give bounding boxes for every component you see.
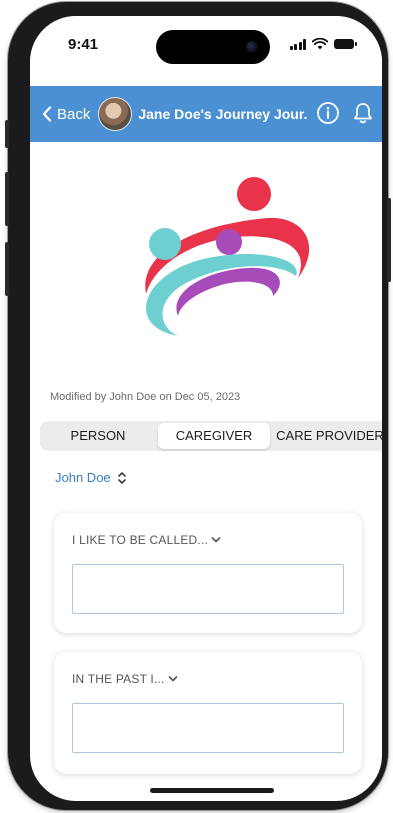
modified-text: Modified by John Doe on Dec 05, 2023 (50, 391, 241, 403)
chevron-left-icon (42, 106, 52, 122)
back-label: Back (57, 105, 91, 123)
chevron-down-icon (168, 676, 177, 682)
person-picker[interactable]: John Doe (55, 470, 127, 485)
app-logo (145, 177, 310, 336)
bell-icon[interactable] (352, 101, 374, 125)
logo-red-figure (237, 177, 271, 211)
dynamic-island (156, 30, 270, 64)
power-button (387, 198, 391, 282)
cellular-signal-icon (289, 38, 306, 50)
role-tabs: PERSON CAREGIVER CARE PROVIDER (40, 421, 382, 451)
tab-care-provider[interactable]: CARE PROVIDER (274, 423, 382, 449)
question-label[interactable]: IN THE PAST I... (72, 672, 178, 686)
question-label[interactable]: I LIKE TO BE CALLED... (72, 533, 221, 547)
person-picker-value: John Doe (55, 470, 111, 485)
tab-person[interactable]: PERSON (42, 423, 154, 449)
wifi-icon (312, 38, 328, 50)
app-header: Back Jane Doe's Journey Jour... (30, 86, 382, 142)
info-icon[interactable] (316, 101, 340, 125)
question-label-text: I LIKE TO BE CALLED... (72, 533, 209, 547)
camera-icon (246, 41, 258, 53)
question-label-text: IN THE PAST I... (72, 672, 165, 686)
back-button[interactable]: Back (42, 106, 90, 123)
logo-purple-figure (216, 229, 242, 255)
chevron-down-icon (211, 537, 221, 543)
status-bar: 9:41 (30, 16, 382, 86)
answer-input[interactable] (72, 564, 344, 614)
chevron-up-down-icon (117, 471, 126, 484)
avatar[interactable] (98, 97, 133, 131)
answer-input[interactable] (72, 703, 344, 753)
battery-icon (334, 39, 357, 49)
volume-up-button (5, 172, 9, 226)
tab-caregiver[interactable]: CAREGIVER (158, 423, 270, 449)
logo-teal-figure (149, 228, 181, 260)
question-card: I LIKE TO BE CALLED... (54, 513, 362, 633)
mute-switch (5, 120, 9, 148)
screen: 9:41 Back Jane Doe's Journey Jour... Mod… (30, 16, 382, 801)
status-icons (289, 38, 357, 50)
question-card: IN THE PAST I... (54, 652, 362, 774)
volume-down-button (5, 242, 9, 296)
status-time: 9:41 (68, 36, 99, 53)
phone-frame: 9:41 Back Jane Doe's Journey Jour... Mod… (5, 2, 391, 810)
home-indicator[interactable] (150, 788, 274, 793)
page-title: Jane Doe's Journey Jour... (138, 106, 309, 122)
